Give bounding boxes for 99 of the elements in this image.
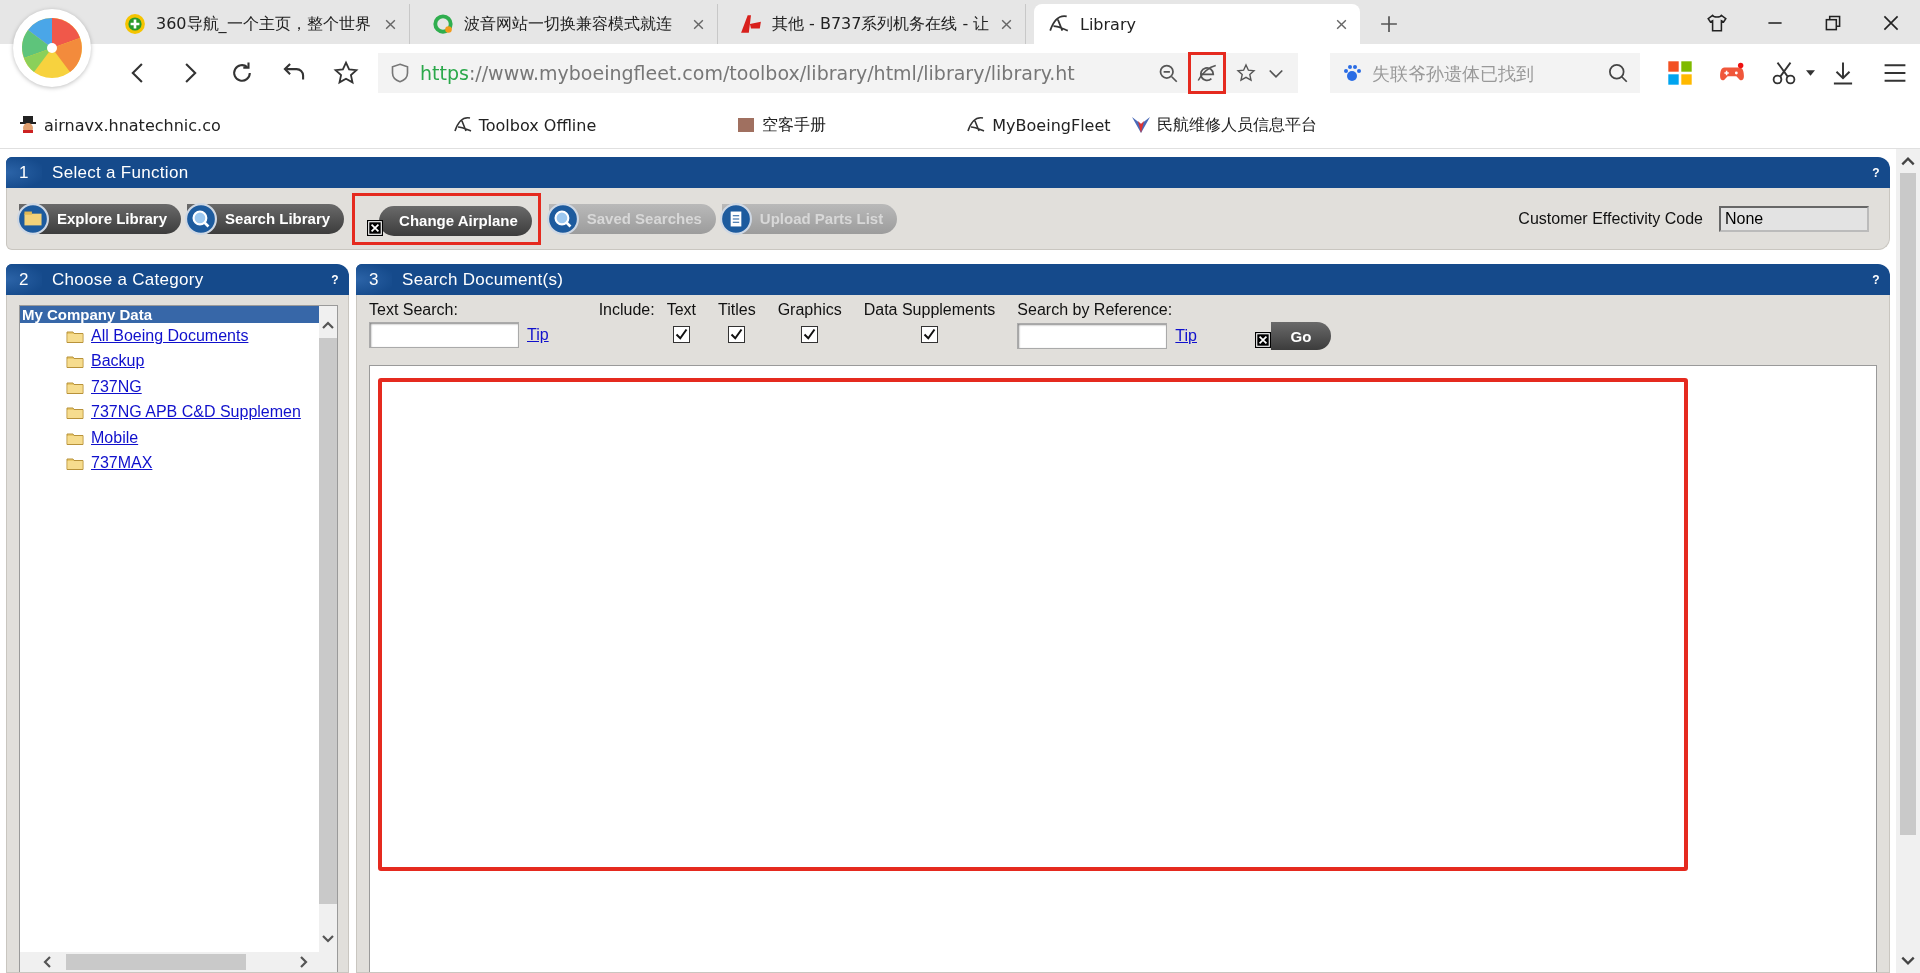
- ring-icon: [432, 13, 454, 35]
- bookmark[interactable]: MyBoeingFleet: [966, 115, 1111, 135]
- scroll-thumb[interactable]: [66, 954, 246, 970]
- bookmark[interactable]: 空客手册: [736, 114, 827, 136]
- tip-link[interactable]: Tip: [1175, 327, 1197, 345]
- broken-image-icon: [367, 219, 384, 236]
- include-label: Include:: [598, 301, 655, 319]
- panel-title: Select a Function: [51, 162, 190, 183]
- checkbox-label: Titles: [718, 301, 756, 319]
- magnifier-icon: [185, 202, 218, 235]
- bookmark[interactable]: 民航维修人员信息平台: [1130, 114, 1317, 136]
- paw-icon: [1342, 63, 1362, 83]
- checkbox[interactable]: [801, 326, 819, 343]
- field-label: Customer Effectivity Code: [1518, 209, 1703, 228]
- tree-link[interactable]: 737MAX: [91, 454, 153, 473]
- scroll-up-icon[interactable]: [321, 320, 335, 330]
- tab-title: Library: [1080, 14, 1137, 34]
- folder-icon: [66, 354, 84, 369]
- bookmark[interactable]: Toolbox Offline: [452, 115, 597, 135]
- checkbox-label: Graphics: [777, 301, 842, 319]
- search-input[interactable]: 失联爷孙遗体已找到: [1370, 61, 1600, 85]
- tree-link[interactable]: Mobile: [91, 428, 139, 447]
- scroll-thumb[interactable]: [1900, 173, 1916, 835]
- scroll-down-icon[interactable]: [321, 934, 335, 944]
- tree-link[interactable]: Backup: [91, 352, 145, 371]
- help-link[interactable]: ?: [1872, 165, 1880, 180]
- folder-icon: [66, 430, 84, 445]
- shirt-icon[interactable]: [1706, 12, 1728, 34]
- effectivity-field[interactable]: None: [1719, 205, 1869, 232]
- panel-title: Search Document(s): [401, 269, 565, 290]
- function-button[interactable]: Explore Library: [19, 203, 182, 234]
- star-icon[interactable]: [333, 60, 359, 86]
- zoom-out-icon[interactable]: [1158, 63, 1178, 83]
- browser-tab[interactable]: 其他 - B737系列机务在线 - 让: [726, 4, 1026, 44]
- folder-icon: [66, 328, 84, 343]
- step-number: 3: [356, 264, 392, 295]
- plus-circle-icon: [124, 13, 146, 35]
- checkbox[interactable]: [728, 326, 746, 343]
- browser-tab[interactable]: Library: [1034, 4, 1360, 44]
- jet-swoosh-icon: [452, 115, 473, 135]
- scrollbar[interactable]: [20, 952, 319, 972]
- url-text: https://www.myboeingfleet.com/toolbox/library/html/library/library.ht: [420, 62, 1076, 84]
- help-link[interactable]: ?: [1872, 272, 1880, 287]
- go-button[interactable]: Go: [1271, 322, 1331, 350]
- text-search-field[interactable]: [369, 322, 519, 348]
- checkbox-label: Data Supplements: [863, 301, 996, 319]
- search-icon[interactable]: [1608, 63, 1628, 83]
- function-button[interactable]: Search Library: [187, 203, 345, 234]
- browser-tab[interactable]: 波音网站一切换兼容模式就连: [418, 4, 718, 44]
- reference-field[interactable]: [1017, 323, 1168, 349]
- close-icon[interactable]: [1335, 17, 1348, 31]
- new-tab-icon[interactable]: [1380, 15, 1398, 33]
- folder-icon: [66, 405, 84, 420]
- scroll-thumb[interactable]: [319, 338, 337, 904]
- magnifier-icon: [546, 202, 579, 235]
- star-icon[interactable]: [1236, 63, 1256, 83]
- scroll-left-icon[interactable]: [42, 955, 52, 969]
- wings-logo-icon: [1130, 115, 1151, 135]
- scroll-right-icon[interactable]: [299, 955, 309, 969]
- step-number: 1: [6, 157, 42, 188]
- document-icon: [719, 202, 752, 235]
- apps-grid-icon[interactable]: [1667, 60, 1693, 86]
- step-number: 2: [6, 264, 42, 295]
- tab-title: 360导航_一个主页，整个世界: [156, 13, 372, 35]
- checkbox[interactable]: [672, 326, 690, 343]
- bookmark-square-icon: [736, 115, 757, 135]
- panel-title: Choose a Category: [51, 269, 205, 290]
- tree-link[interactable]: 737NG: [91, 377, 142, 396]
- hat-figure-icon: [18, 115, 38, 135]
- address-bar[interactable]: https://www.myboeingfleet.com/toolbox/library/html/library/library.ht: [378, 53, 1298, 93]
- shield-icon: [390, 63, 410, 83]
- tab-title: 波音网站一切换兼容模式就连: [464, 13, 673, 35]
- tip-link[interactable]: Tip: [527, 326, 549, 344]
- checkbox-label: Text: [666, 301, 697, 319]
- broken-image-icon: [1255, 332, 1271, 348]
- help-link[interactable]: ?: [331, 272, 339, 287]
- field-label: Search by Reference:: [1017, 301, 1174, 319]
- browser-tab[interactable]: 360导航_一个主页，整个世界: [110, 4, 410, 44]
- tree-root[interactable]: My Company Data: [20, 306, 319, 323]
- caret-icon[interactable]: [1806, 69, 1815, 77]
- scroll-down-icon[interactable]: [1900, 955, 1916, 967]
- scrollbar[interactable]: [1896, 149, 1920, 973]
- scroll-up-icon[interactable]: [1900, 155, 1916, 167]
- brand-logo-icon: [740, 13, 762, 35]
- function-button[interactable]: Change Airplane: [379, 205, 532, 236]
- checkbox[interactable]: [921, 326, 938, 343]
- folder-icon: [66, 379, 84, 394]
- folder-icon: [17, 202, 49, 235]
- bookmark[interactable]: airnavx.hnatechnic.co: [18, 115, 221, 135]
- tree-link[interactable]: All Boeing Documents: [91, 326, 249, 345]
- search-field[interactable]: 失联爷孙遗体已找到: [1330, 53, 1640, 93]
- scrollbar[interactable]: [319, 306, 337, 972]
- field-label: Text Search:: [369, 301, 459, 319]
- folder-icon: [66, 456, 84, 471]
- ie-icon[interactable]: [1197, 63, 1217, 83]
- tree-link[interactable]: 737NG APB C&D Supplemen: [91, 403, 301, 422]
- scissors-icon[interactable]: [1771, 60, 1797, 86]
- tab-title: 其他 - B737系列机务在线 - 让: [772, 13, 990, 35]
- jet-swoosh-icon: [966, 115, 987, 135]
